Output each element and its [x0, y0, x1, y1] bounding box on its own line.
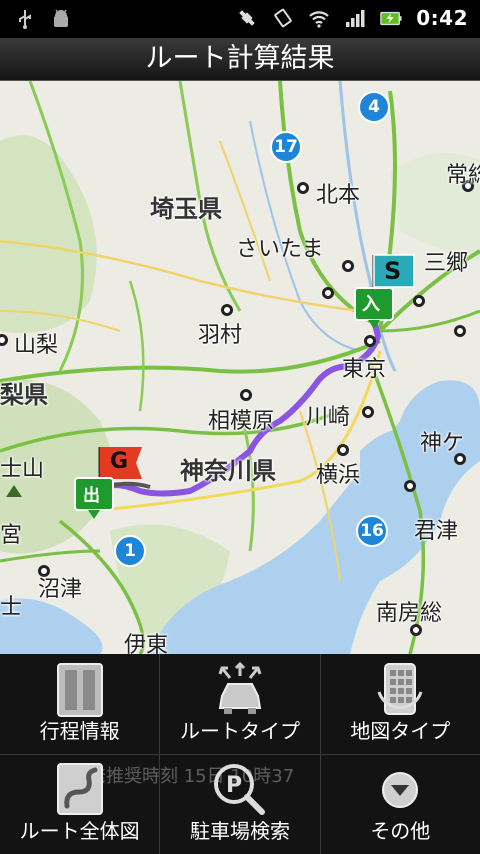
map-label-miya: 宮 [0, 523, 23, 548]
status-time: 0:42 [416, 6, 468, 30]
map-label-kanagawa-ken: 神奈川県 [180, 457, 276, 485]
signal-icon [346, 10, 365, 27]
menu-label-route-type: ルートタイプ [179, 719, 300, 743]
map-label-yokohama: 横浜 [316, 463, 361, 488]
options-menu: 出発推奨時刻 15日 10時37 行程情報 ルートタイプ 地図タイプ ルート全体… [0, 654, 480, 854]
android-debug-icon [54, 9, 68, 27]
route-shield-4: 4 [358, 91, 390, 123]
menu-route-overview-button[interactable]: ルート全体図 [0, 754, 161, 854]
route-type-car-icon [218, 662, 262, 714]
map-label-misato: 三郷 [424, 251, 469, 276]
map-label-nashi-ken: 梨県 [0, 381, 48, 409]
itinerary-icon [56, 663, 103, 717]
route-shield-1: 1 [114, 535, 146, 567]
menu-label-more: その他 [370, 819, 431, 843]
battery-icon [380, 11, 402, 26]
map-view[interactable]: 埼玉県 北本 さいたま 三郷 羽村 東京 山梨 梨県 相模原 川崎 神奈川県 士… [0, 81, 480, 654]
map-label-numazu: 沼津 [38, 577, 83, 602]
menu-route-type-button[interactable]: ルートタイプ [160, 654, 321, 754]
status-bar: 0:42 [0, 0, 480, 38]
map-label-shi: 士 [0, 595, 23, 620]
map-label-kimitsu: 君津 [414, 519, 459, 544]
menu-label-itinerary: 行程情報 [39, 719, 120, 743]
map-label-yamanashi: 山梨 [14, 333, 59, 358]
start-badge: S [384, 257, 402, 285]
map-canvas [0, 81, 480, 654]
more-icon [382, 772, 419, 808]
map-label-kawasaki: 川崎 [306, 405, 351, 430]
map-label-minamiboso: 南房総 [376, 601, 443, 626]
svg-text:P: P [226, 773, 242, 798]
menu-more-button[interactable]: その他 [321, 754, 480, 854]
map-label-kitamoto: 北本 [316, 183, 361, 208]
map-label-saitama: さいたま [236, 237, 324, 262]
map-label-tokyo: 東京 [342, 357, 387, 382]
map-type-icon [377, 663, 423, 715]
menu-itinerary-button[interactable]: 行程情報 [0, 654, 161, 754]
goal-badge: G [110, 449, 129, 474]
map-label-hamura: 羽村 [198, 323, 243, 348]
gps-icon [239, 10, 256, 26]
map-label-saitama-ken: 埼玉県 [150, 195, 222, 223]
start-marker-label: 入 [362, 294, 380, 315]
parking-search-icon: P [213, 764, 265, 815]
menu-label-parking-search: 駐車場検索 [189, 819, 290, 843]
map-label-hitachi: 常総 [446, 163, 480, 188]
map-label-ito: 伊東 [124, 633, 169, 654]
goal-marker-label: 出 [83, 486, 100, 506]
menu-parking-search-button[interactable]: P 駐車場検索 [160, 754, 321, 854]
map-label-sagamihara: 相模原 [208, 409, 275, 434]
page-title: ルート計算結果 [145, 43, 335, 74]
menu-label-route-overview: ルート全体図 [19, 819, 140, 843]
route-shield-16: 16 [356, 515, 388, 547]
title-bar: ルート計算結果 [0, 38, 480, 81]
vibrate-icon [274, 8, 292, 28]
map-label-kaminaka: 神ケ [420, 431, 465, 456]
route-overview-icon [56, 763, 103, 815]
wifi-icon [309, 11, 330, 28]
route-shield-17: 17 [270, 131, 302, 163]
usb-icon [19, 10, 31, 29]
map-label-fujisan: 士山 [0, 457, 45, 482]
menu-map-type-button[interactable]: 地図タイプ [321, 654, 480, 754]
